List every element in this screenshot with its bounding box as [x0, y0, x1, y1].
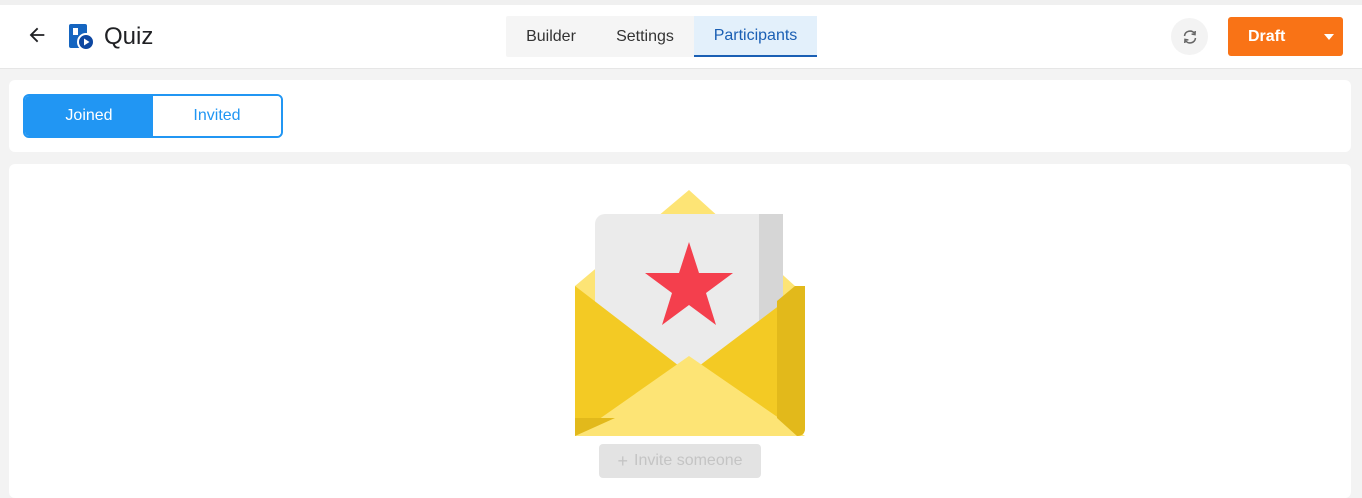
caret-down-icon: [1323, 33, 1334, 40]
top-bar: Quiz Builder Settings Participants Draft: [0, 0, 1362, 69]
joined-toggle[interactable]: Joined: [25, 96, 153, 136]
envelope-star-illustration: [575, 190, 805, 436]
invite-label: Invite someone: [634, 452, 743, 469]
quiz-app-icon: [69, 24, 95, 51]
sync-button[interactable]: [1171, 18, 1208, 55]
sync-icon: [1183, 29, 1196, 44]
tab-builder[interactable]: Builder: [506, 16, 596, 57]
tab-settings[interactable]: Settings: [596, 16, 694, 57]
tab-participants[interactable]: Participants: [694, 16, 817, 57]
participant-status-toggle: Joined Invited: [23, 94, 283, 138]
arrow-left-icon: [29, 27, 45, 43]
empty-state-card: + Invite someone: [9, 164, 1351, 498]
plus-icon: +: [617, 450, 628, 471]
main-tabs: Builder Settings Participants: [506, 16, 817, 57]
page-title: Quiz: [104, 23, 154, 50]
invited-toggle[interactable]: Invited: [153, 96, 281, 136]
dropdown-caret[interactable]: [1314, 33, 1343, 40]
back-button[interactable]: [20, 18, 54, 52]
draft-label: Draft: [1248, 27, 1286, 45]
invite-someone-button[interactable]: + Invite someone: [599, 444, 761, 478]
participants-filter-card: Joined Invited: [9, 80, 1351, 152]
status-dropdown-button[interactable]: Draft: [1228, 17, 1343, 56]
